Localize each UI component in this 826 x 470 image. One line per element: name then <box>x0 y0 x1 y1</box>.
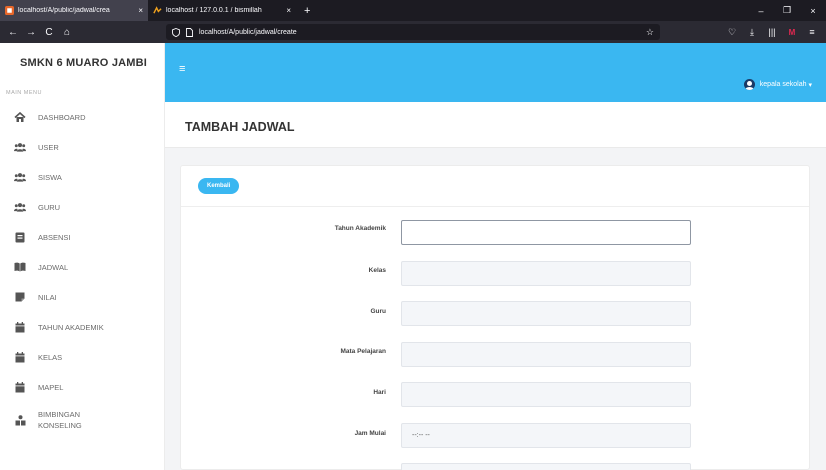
new-tab-button[interactable]: + <box>296 0 318 21</box>
sidebar-item-label-line2: KONSELING <box>38 421 82 430</box>
library-icon[interactable]: ||| <box>762 27 782 37</box>
field-label-kelas: Kelas <box>368 267 386 274</box>
browser-tab-jadwal[interactable]: localhost/A/public/jadwal/crea × <box>0 0 148 21</box>
browser-tools: ♡ ⤓ ||| M ≡ <box>722 21 822 43</box>
sidebar-item-absensi[interactable]: ABSENSI <box>0 222 164 252</box>
jam-selesai-input[interactable] <box>401 463 691 470</box>
field-label-tahun-akademik: Tahun Akademik <box>334 225 386 232</box>
sidebar-item-label-wrap: BIMBINGAN KONSELING <box>38 409 82 431</box>
minimize-icon[interactable]: – <box>748 6 774 16</box>
page-header: TAMBAH JADWAL <box>165 102 826 148</box>
reload-icon[interactable]: C <box>40 27 58 38</box>
calendar-icon <box>14 381 26 393</box>
calendar-icon <box>14 351 26 363</box>
home-icon <box>14 111 26 123</box>
url-text: localhost/A/public/jadwal/create <box>199 28 297 36</box>
note-icon <box>14 291 26 303</box>
tab-close-icon[interactable]: × <box>286 6 291 15</box>
sidebar-item-user[interactable]: USER <box>0 132 164 162</box>
kelas-input[interactable] <box>401 261 691 286</box>
sidebar-item-siswa[interactable]: SISWA <box>0 162 164 192</box>
sidebar-item-guru[interactable]: GURU <box>0 192 164 222</box>
sidebar-item-label: GURU <box>38 202 61 212</box>
sidebar-item-mapel[interactable]: MAPEL <box>0 372 164 402</box>
sidebar-item-label: TAHUN AKADEMIK <box>38 322 104 332</box>
menu-section-label: MAIN MENU <box>6 90 42 96</box>
browser-toolbar: ← → C ⌂ localhost/A/public/jadwal/create… <box>0 21 826 43</box>
shield-icon <box>172 27 180 37</box>
sidebar-item-label: NILAI <box>38 292 57 302</box>
field-label-hari: Hari <box>373 389 386 396</box>
sidebar-item-label: USER <box>38 142 59 152</box>
calendar-icon <box>14 321 26 333</box>
sidebar-item-tahun-akademik[interactable]: TAHUN AKADEMIK <box>0 312 164 342</box>
sidebar-item-label: SISWA <box>38 172 62 182</box>
tahun-akademik-input[interactable] <box>401 220 691 245</box>
clipboard-icon <box>14 231 26 243</box>
users-icon <box>14 171 26 183</box>
counseling-icon <box>14 414 26 426</box>
user-menu[interactable]: kepala sekolah ▾ <box>743 79 812 90</box>
sidebar-item-kelas[interactable]: KELAS <box>0 342 164 372</box>
url-bar[interactable]: localhost/A/public/jadwal/create ☆ <box>166 24 660 40</box>
hamburger-menu-icon[interactable]: ≡ <box>179 63 185 75</box>
pocket-icon[interactable]: ♡ <box>722 27 742 38</box>
sidebar-item-label: KELAS <box>38 352 63 362</box>
browser-tab-bar: localhost/A/public/jadwal/crea × localho… <box>0 0 826 21</box>
back-icon[interactable]: ← <box>4 27 22 38</box>
sidebar-item-label: JADWAL <box>38 262 69 272</box>
sidebar-item-nilai[interactable]: NILAI <box>0 282 164 312</box>
phpmyadmin-favicon-icon <box>153 6 162 14</box>
tab-favicon-icon <box>5 6 14 15</box>
chevron-down-icon: ▾ <box>808 81 812 89</box>
browser-menu-icon[interactable]: ≡ <box>802 27 822 37</box>
sidebar-item-label: MAPEL <box>38 382 64 392</box>
sidebar: SMKN 6 MUARO JAMBI MAIN MENU DASHBOARD U… <box>0 43 165 470</box>
brand-title[interactable]: SMKN 6 MUARO JAMBI <box>0 43 164 82</box>
page-icon <box>186 27 193 37</box>
bookmark-star-icon[interactable]: ☆ <box>646 27 654 38</box>
avatar <box>743 79 755 90</box>
hari-input[interactable] <box>401 382 691 407</box>
sidebar-item-jadwal[interactable]: JADWAL <box>0 252 164 282</box>
window-controls: – ❐ × <box>748 0 826 21</box>
sidebar-item-label: ABSENSI <box>38 232 71 242</box>
forward-icon[interactable]: → <box>22 27 40 38</box>
app-top-bar: ≡ kepala sekolah ▾ <box>165 43 826 102</box>
tab-title: localhost/A/public/jadwal/crea <box>18 7 110 14</box>
tab-close-icon[interactable]: × <box>138 6 143 15</box>
sidebar-item-label: DASHBOARD <box>38 112 86 122</box>
users-icon <box>14 201 26 213</box>
field-label-guru: Guru <box>370 308 386 315</box>
extension-icon[interactable]: M <box>782 28 802 37</box>
browser-tab-phpmyadmin[interactable]: localhost / 127.0.0.1 / bismillah × <box>148 0 296 21</box>
field-label-jam-mulai: Jam Mulai <box>354 430 386 437</box>
sidebar-item-label: BIMBINGAN <box>38 410 81 419</box>
user-name: kepala sekolah <box>759 81 807 88</box>
sidebar-item-dashboard[interactable]: DASHBOARD <box>0 102 164 132</box>
sidebar-item-bimbingan-konseling[interactable]: BIMBINGAN KONSELING <box>0 402 164 438</box>
form-card: Kembali Tahun Akademik Kelas Guru Mata P… <box>180 165 810 470</box>
home-button-icon[interactable]: ⌂ <box>58 27 76 38</box>
mata-pelajaran-input[interactable] <box>401 342 691 367</box>
guru-input[interactable] <box>401 301 691 326</box>
tab-title: localhost / 127.0.0.1 / bismillah <box>166 7 262 14</box>
jam-mulai-input[interactable] <box>401 423 691 448</box>
field-label-mata-pelajaran: Mata Pelajaran <box>340 348 386 355</box>
card-header: Kembali <box>181 166 809 207</box>
users-icon <box>14 141 26 153</box>
maximize-icon[interactable]: ❐ <box>774 5 800 16</box>
page-title: TAMBAH JADWAL <box>185 120 295 134</box>
book-icon <box>14 261 26 273</box>
back-button[interactable]: Kembali <box>198 178 240 194</box>
download-icon[interactable]: ⤓ <box>742 27 762 38</box>
window-close-icon[interactable]: × <box>800 6 826 16</box>
